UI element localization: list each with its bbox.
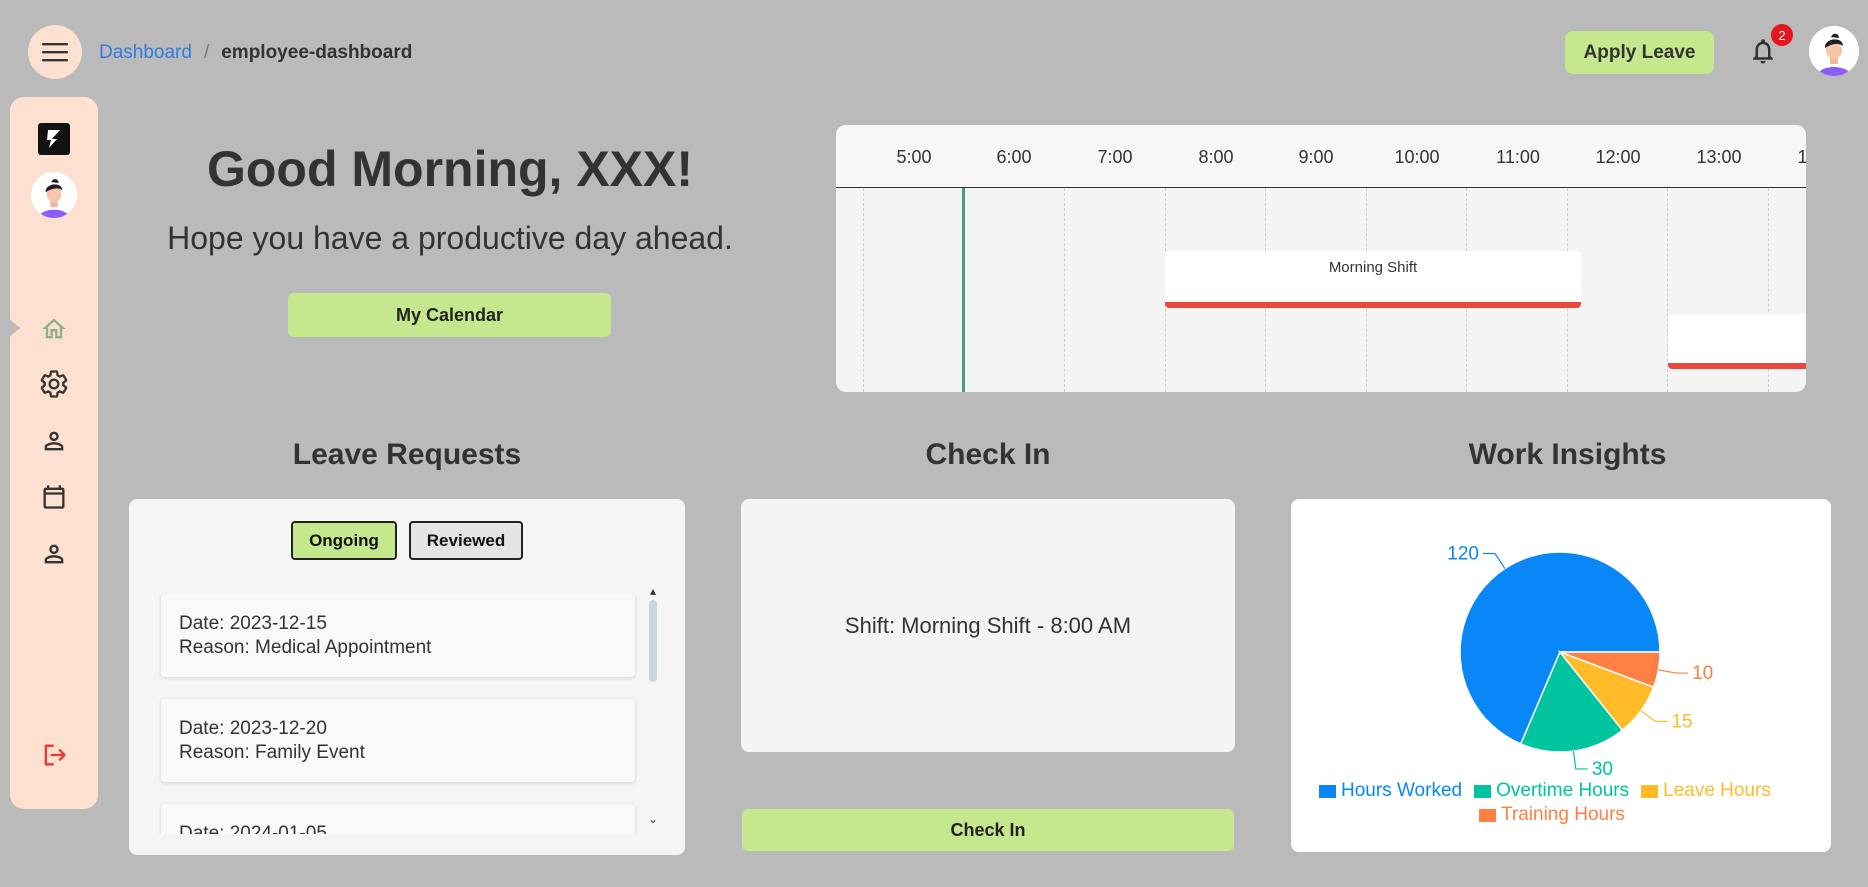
breadcrumb-separator: / — [203, 42, 210, 63]
timeline-hour-label: 14:00 — [1797, 147, 1806, 167]
timeline-hour-label: 12:00 — [1595, 147, 1641, 167]
legend-swatch — [1641, 784, 1659, 798]
shift-label: Morning Shift — [1328, 259, 1418, 276]
legend-item[interactable]: Training Hours — [1479, 803, 1625, 827]
breadcrumb: Dashboard / employee-dashboard — [99, 42, 412, 64]
chart-legend: Hours Worked Overtime Hours Leave Hours Tr… — [1319, 779, 1819, 827]
work-insights-card: 120 30 15 10 Hours Worked Overtime Hours Leav… — [1291, 499, 1831, 852]
legend-swatch — [1319, 784, 1336, 798]
person-icon — [44, 431, 64, 451]
avatar-icon — [31, 172, 77, 218]
sidebar-active-pointer — [8, 318, 20, 338]
leave-date: Date: 2023-12-20 — [179, 718, 327, 739]
timeline-gridline — [1064, 188, 1065, 392]
app-logo[interactable] — [38, 123, 70, 155]
timeline-hour-label: 13:00 — [1696, 147, 1742, 167]
home-icon — [42, 318, 66, 339]
leave-requests-card: Ongoing Reviewed Date: 2023-12-15 Reason… — [129, 499, 685, 855]
gear-icon — [40, 370, 68, 398]
check-in-card: Shift: Morning Shift - 8:00 AM — [741, 499, 1235, 752]
leave-requests-title: Leave Requests — [292, 438, 522, 471]
pie-label-line — [1482, 552, 1506, 569]
sidebar-item-settings[interactable] — [38, 368, 70, 400]
scroll-up-icon[interactable]: ▴ — [645, 584, 661, 598]
hamburger-menu-icon — [42, 43, 68, 62]
shift-timeline[interactable]: 5:00 6:00 7:00 8:00 9:00 10:00 11:00 12:… — [836, 125, 1806, 392]
sidebar-item-home[interactable] — [38, 313, 70, 345]
shift-block[interactable] — [1668, 314, 1806, 369]
menu-button[interactable] — [28, 25, 82, 79]
logout-icon — [44, 744, 66, 766]
leave-request-item[interactable]: Date: 2023-12-20 Reason: Family Event — [161, 699, 635, 782]
notification-badge: 2 — [1771, 24, 1793, 46]
pie-value-label: 30 — [1592, 759, 1613, 779]
legend-swatch — [1479, 808, 1496, 822]
pie-value-label: 15 — [1671, 711, 1692, 732]
pie-value-label: 10 — [1692, 663, 1713, 684]
pie-label-line — [1658, 669, 1689, 674]
timeline-current-time-marker — [962, 188, 965, 392]
timeline-gridline — [863, 188, 864, 392]
sidebar-avatar[interactable] — [31, 172, 77, 218]
greeting-title: Good Morning, XXX! — [206, 141, 694, 197]
greeting-subtitle: Hope you have a productive day ahead. — [167, 220, 733, 256]
leave-request-item[interactable]: Date: 2024-01-05 — [161, 804, 635, 834]
pie-value-label: 120 — [1447, 544, 1479, 565]
avatar-icon — [1809, 26, 1859, 76]
work-insights-title: Work Insights — [1468, 438, 1667, 471]
leave-request-item[interactable]: Date: 2023-12-15 Reason: Medical Appoint… — [161, 594, 635, 677]
calendar-icon — [43, 485, 65, 509]
legend-item[interactable]: Overtime Hours — [1474, 779, 1629, 803]
timeline-hour-label: 10:00 — [1394, 147, 1440, 167]
check-in-title: Check In — [925, 438, 1051, 471]
person-icon — [44, 544, 64, 564]
legend-item[interactable]: Hours Worked — [1319, 779, 1462, 803]
legend-item[interactable]: Leave Hours — [1641, 779, 1771, 803]
sidebar-item-logout[interactable] — [38, 739, 70, 771]
shift-block-morning[interactable]: Morning Shift — [1165, 251, 1581, 308]
leave-list-scrollbar[interactable]: ▴ ⌄ — [645, 584, 661, 834]
pie-label-line — [1640, 710, 1668, 722]
timeline-hour-label: 7:00 — [1097, 147, 1133, 167]
legend-swatch — [1474, 784, 1492, 798]
check-in-button[interactable]: Check In — [742, 809, 1234, 851]
scrollbar-thumb[interactable] — [649, 600, 657, 682]
leave-request-list[interactable]: Date: 2023-12-15 Reason: Medical Appoint… — [159, 594, 639, 834]
apply-leave-button[interactable]: Apply Leave — [1565, 31, 1714, 74]
shift-info-text: Shift: Morning Shift - 8:00 AM — [844, 612, 1132, 638]
leave-reason: Reason: Family Event — [179, 742, 365, 763]
legend-label: Training Hours — [1501, 804, 1625, 825]
user-avatar[interactable] — [1809, 26, 1859, 76]
pie-label-line — [1572, 751, 1588, 770]
timeline-hour-label: 11:00 — [1496, 147, 1540, 167]
tab-reviewed[interactable]: Reviewed — [409, 521, 523, 560]
timeline-hour-label: 5:00 — [896, 147, 932, 167]
breadcrumb-dashboard-link[interactable]: Dashboard — [99, 42, 192, 64]
legend-label: Leave Hours — [1663, 780, 1771, 801]
sidebar-item-profile[interactable] — [38, 425, 70, 457]
leave-date: Date: 2024-01-05 — [179, 823, 327, 834]
leave-reason: Reason: Medical Appointment — [179, 637, 432, 658]
leave-date: Date: 2023-12-15 — [179, 613, 327, 634]
timeline-hour-label: 6:00 — [996, 147, 1032, 167]
sidebar-item-calendar[interactable] — [38, 481, 70, 513]
legend-label: Hours Worked — [1341, 780, 1463, 801]
tab-ongoing[interactable]: Ongoing — [291, 521, 397, 560]
timeline-hour-label: 8:00 — [1198, 147, 1234, 167]
timeline-hour-label: 9:00 — [1298, 147, 1334, 167]
scroll-down-icon[interactable]: ⌄ — [645, 812, 661, 826]
logo-icon — [47, 130, 60, 148]
work-insights-pie-chart: 120 30 15 10 — [1447, 544, 1713, 779]
breadcrumb-current: employee-dashboard — [221, 42, 413, 63]
legend-label: Overtime Hours — [1496, 780, 1630, 801]
sidebar-item-users[interactable] — [38, 538, 70, 570]
my-calendar-button[interactable]: My Calendar — [288, 293, 611, 337]
